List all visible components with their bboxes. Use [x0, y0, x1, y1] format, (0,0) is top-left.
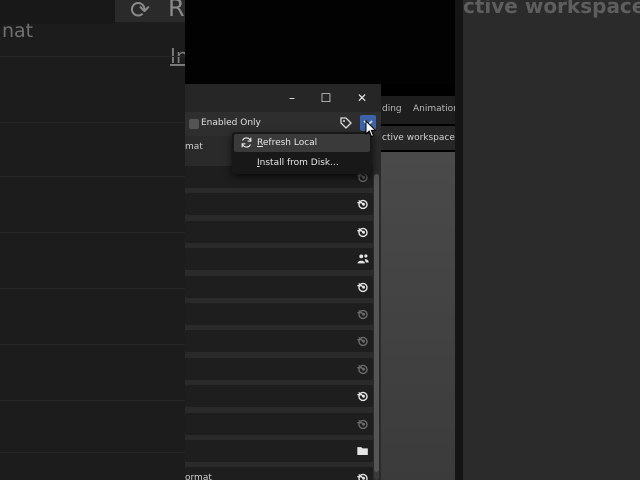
blender-icon: [357, 200, 368, 210]
blender-icon: [357, 337, 368, 347]
extension-list-item[interactable]: [185, 275, 373, 298]
background-left-panel: ⟳ R nat In: [0, 0, 185, 480]
extension-list-item[interactable]: [185, 412, 373, 435]
blender-icon: [357, 309, 368, 320]
background-refresh-icon: ⟳: [130, 0, 151, 24]
editor-tab-bar: ding Animation: [370, 96, 455, 124]
menu-item-label: Refresh Local: [257, 138, 318, 148]
background-divider: [0, 288, 185, 289]
menu-item-label: Install from Disk...: [257, 158, 339, 168]
list-scrollbar-thumb[interactable]: [374, 174, 379, 472]
extension-list-item[interactable]: [185, 357, 373, 380]
extension-list-item[interactable]: [185, 193, 373, 216]
background-dark-area: [185, 0, 455, 84]
editor-viewport[interactable]: [378, 152, 455, 480]
extension-list-item[interactable]: [185, 440, 373, 462]
extension-list-item[interactable]: ormat: [185, 467, 373, 480]
enabled-only-label: Enabled Only: [201, 118, 261, 128]
background-format-text: nat: [2, 20, 34, 42]
maximize-button[interactable]: ☐: [318, 90, 334, 106]
folder-icon: [357, 447, 368, 455]
close-button[interactable]: ✕: [354, 90, 370, 106]
background-divider: [0, 232, 185, 233]
extension-list-item[interactable]: [185, 303, 373, 325]
background-divider: [0, 400, 185, 401]
editor-status-bar: ctive workspace sh: [370, 126, 455, 150]
background-divider: [0, 452, 185, 453]
editor-tab-shading[interactable]: ding: [382, 104, 402, 114]
editor-tab-animation[interactable]: Animation: [413, 104, 455, 114]
extension-list-item[interactable]: [185, 220, 373, 243]
background-title-fragment: R: [168, 0, 185, 22]
background-divider: [0, 344, 185, 345]
refresh-icon: [241, 137, 252, 148]
blender-icon: [357, 227, 368, 237]
extensions-dropdown-menu: Refresh Local Install from Disk...: [232, 132, 372, 174]
extension-list-item[interactable]: [185, 385, 373, 408]
menu-item-install-from-disk[interactable]: Install from Disk...: [234, 154, 370, 172]
dialog-titlebar[interactable]: – ☐ ✕: [185, 84, 381, 112]
blender-icon: [357, 419, 368, 429]
background-right-title: ctive workspace s: [463, 0, 640, 18]
background-divider: [0, 122, 185, 123]
blender-icon: [357, 391, 368, 402]
blender-icon: [357, 282, 368, 292]
background-right-panel: ctive workspace s: [463, 0, 640, 480]
background-divider: [0, 56, 185, 57]
background-separator: [455, 0, 463, 480]
column-header-label: mat: [185, 142, 203, 152]
extension-list-item[interactable]: [185, 330, 373, 353]
community-icon: [357, 254, 369, 264]
mouse-cursor-icon: [365, 120, 377, 138]
extension-item-label: ormat: [185, 473, 212, 480]
background-divider: [0, 176, 185, 177]
blender-icon: [357, 474, 368, 480]
editor-status-text: ctive workspace sh: [382, 133, 455, 143]
minimize-button[interactable]: –: [284, 90, 300, 106]
extension-list-item[interactable]: [185, 248, 373, 271]
menu-item-refresh-local[interactable]: Refresh Local: [234, 134, 370, 152]
blender-icon: [357, 364, 368, 374]
enabled-only-checkbox[interactable]: [189, 119, 199, 129]
tag-icon[interactable]: [339, 116, 353, 130]
